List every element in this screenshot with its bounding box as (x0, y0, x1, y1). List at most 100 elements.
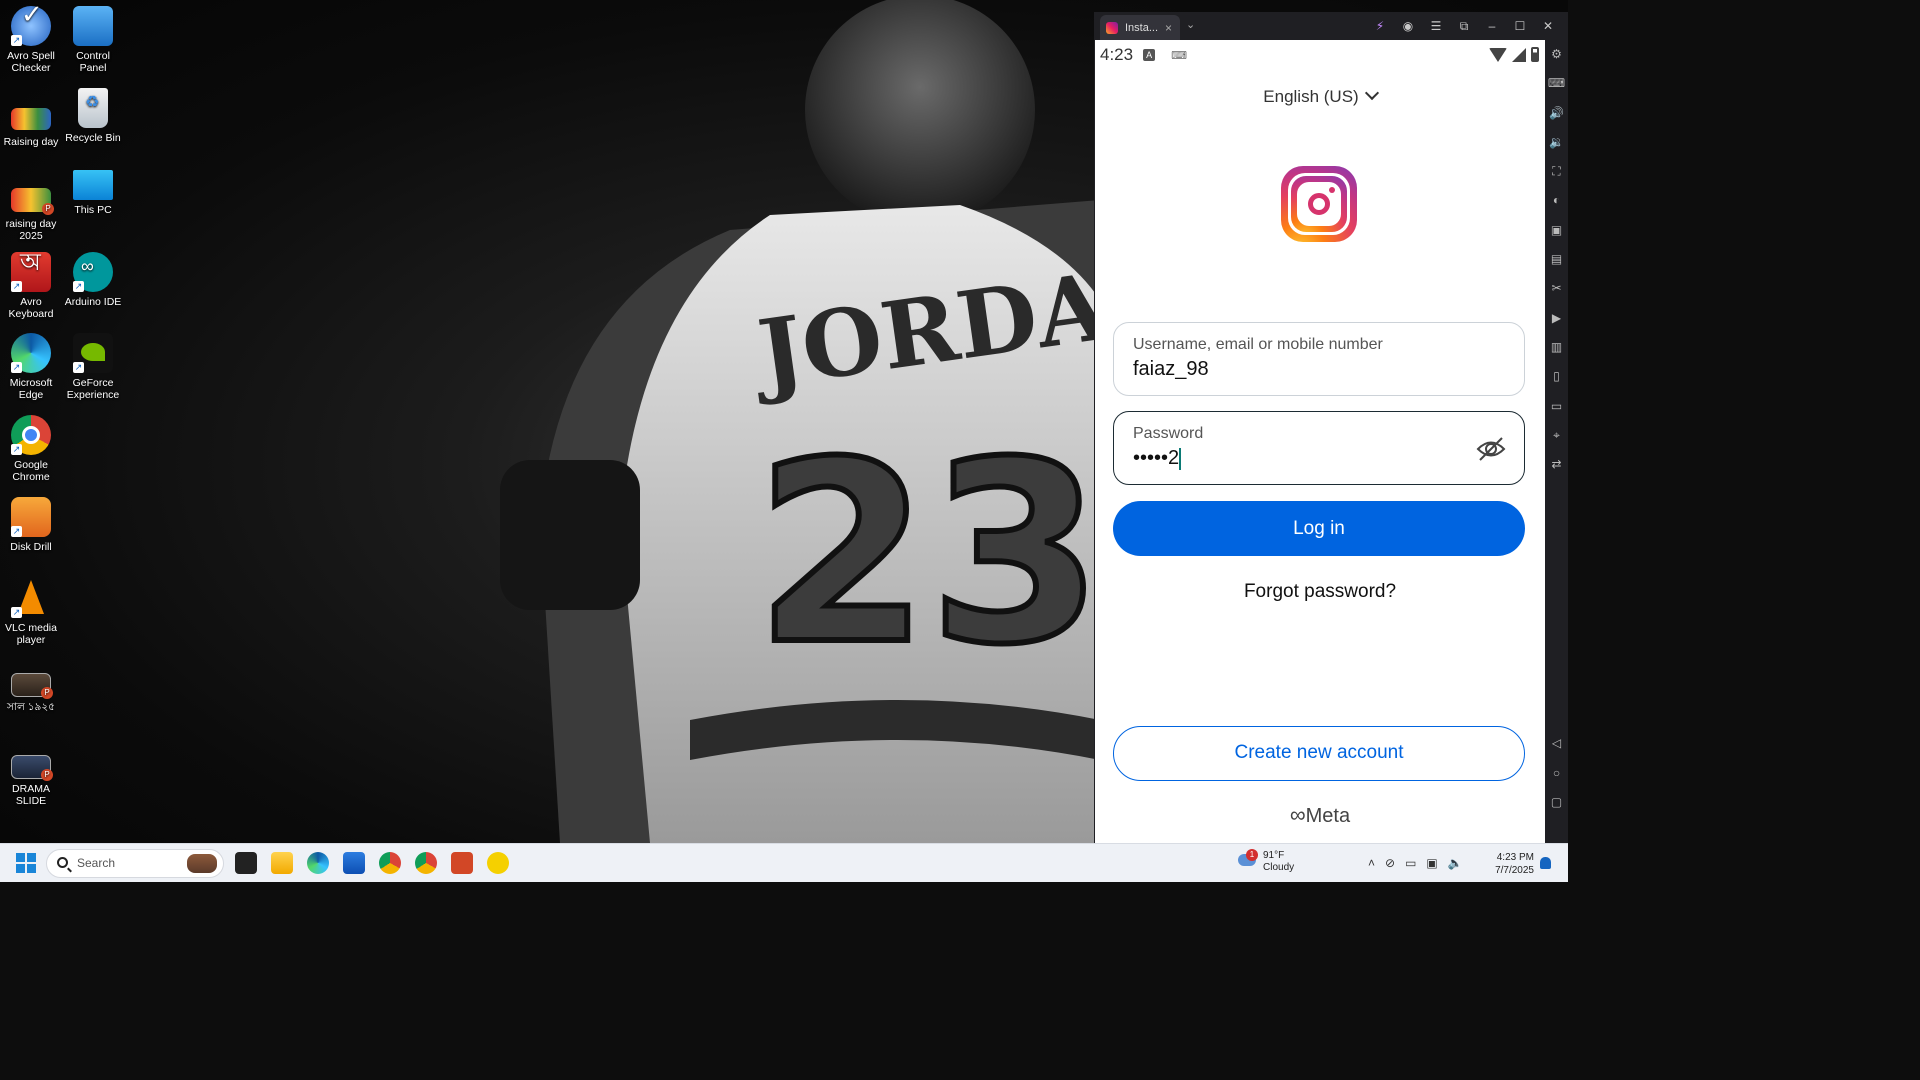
clock-date: 7/7/2025 (1495, 865, 1534, 876)
desktop-icon-avro-spell-checker[interactable]: ✓ ↗ Avro Spell Checker (0, 1, 62, 74)
chrome-profile-taskbar-icon[interactable] (415, 852, 437, 874)
chrome-taskbar-icon[interactable] (379, 852, 401, 874)
password-field[interactable]: Password •••••2 (1113, 411, 1525, 485)
task-view-icon[interactable] (235, 852, 257, 874)
desktop-icon-vlc-media-player[interactable]: ↗ VLC media player (0, 578, 62, 646)
keyboard-icon[interactable]: ⌨ (1545, 69, 1568, 98)
system-tray: ˄ ⊘ ▭ ▣ 🔈 (1368, 856, 1463, 870)
sidebar-spacer (1545, 479, 1568, 729)
desktop-icon-raising-day-2025[interactable]: P raising day 2025 (0, 182, 62, 242)
password-value[interactable]: •••••2 (1133, 447, 1179, 469)
settings-icon[interactable]: ⚙ (1545, 40, 1568, 69)
desktop-icon-geforce-experience[interactable]: ↗ GeForce Experience (62, 333, 124, 401)
desktop-icon-arduino-ide[interactable]: ∞ ↗ Arduino IDE (62, 252, 124, 308)
desktop-icon-sal-1925[interactable]: P সাল ১৯২৫ (0, 673, 62, 713)
record-icon[interactable]: ▶ (1545, 304, 1568, 333)
fullscreen-icon[interactable]: ⛶ (1545, 157, 1568, 186)
shake-icon[interactable]: ▯ (1545, 362, 1568, 391)
back-icon[interactable]: ◁ (1545, 729, 1568, 758)
volume-icon[interactable]: 🔈 (1448, 856, 1463, 870)
username-field[interactable]: Username, email or mobile number faiaz_9… (1113, 322, 1525, 396)
avro-keyboard-icon: অ ↗ (11, 250, 51, 292)
notification-bell-icon[interactable] (1540, 857, 1551, 869)
desktop-icon-avro-keyboard[interactable]: অ ↗ Avro Keyboard (0, 250, 62, 320)
microsoft-store-icon[interactable] (343, 852, 365, 874)
avro-spell-icon: ✓ ↗ (11, 1, 51, 46)
scissors-icon[interactable]: ✂ (1545, 274, 1568, 303)
volume-down-icon[interactable]: 🔉 (1545, 128, 1568, 157)
forgot-password-link[interactable]: Forgot password? (1095, 581, 1545, 603)
username-value[interactable]: faiaz_98 (1133, 358, 1505, 381)
vlc-icon: ↗ (11, 578, 51, 618)
close-icon[interactable]: ✕ (1534, 16, 1562, 36)
taskbar: Search 1 91°F Cloudy ˄ ⊘ ▭ ▣ 🔈 4:23 PM 7… (0, 843, 1568, 882)
meta-infinity-icon: ∞ (1289, 802, 1306, 827)
status-time: 4:23 (1100, 45, 1134, 64)
window-controls: ⚡ ◉ ☰ ⧉ – ☐ ✕ (1366, 16, 1562, 36)
taskbar-search[interactable]: Search (46, 849, 224, 878)
language-selector[interactable]: English (US) (1095, 85, 1545, 107)
desktop-icon-label: This PC (74, 204, 112, 216)
desktop-icon-label: Google Chrome (12, 459, 50, 483)
desktop-icon-label: DRAMA SLIDE (12, 783, 50, 807)
desktop-icon-google-chrome[interactable]: ↗ Google Chrome (0, 415, 62, 483)
tab-close-icon[interactable]: × (1165, 21, 1172, 35)
nvidia-icon: ↗ (73, 333, 113, 373)
desktop-icon-control-panel[interactable]: Control Panel (62, 6, 124, 74)
network-off-icon[interactable]: ⊘ (1385, 856, 1395, 870)
weather-widget[interactable]: 1 91°F Cloudy (1238, 849, 1294, 874)
desktop-icon-this-pc[interactable]: This PC (62, 170, 124, 216)
search-placeholder: Search (77, 856, 116, 870)
powerpoint-file-icon: P (11, 755, 53, 781)
taskbar-clock[interactable]: 4:23 PM 7/7/2025 (1488, 851, 1534, 877)
battery-icon (1531, 47, 1539, 62)
create-account-button[interactable]: Create new account (1113, 726, 1525, 781)
multi-instance-icon[interactable]: ▥ (1545, 333, 1568, 362)
file-explorer-icon[interactable] (271, 852, 293, 874)
location-icon[interactable]: ⌖ (1545, 421, 1568, 450)
folder-icon[interactable]: ▭ (1545, 392, 1568, 421)
tab-dropdown-icon[interactable]: ⌄ (1186, 18, 1195, 31)
recents-icon[interactable]: ▢ (1545, 788, 1568, 817)
menu-icon[interactable]: ☰ (1422, 16, 1450, 36)
wifi-icon (1489, 47, 1507, 62)
desktop-icon-label: Disk Drill (10, 541, 52, 553)
powerpoint-taskbar-icon[interactable] (451, 852, 473, 874)
windows-start-icon[interactable] (16, 853, 36, 873)
macro-icon[interactable]: ◐ (1545, 186, 1568, 215)
sync-icon[interactable]: ⇄ (1545, 450, 1568, 479)
shortcut-arrow-icon: ↗ (11, 607, 22, 618)
desktop-icon-microsoft-edge[interactable]: ↗ Microsoft Edge (0, 333, 62, 401)
minimize-icon[interactable]: – (1478, 16, 1506, 36)
apk-icon[interactable]: ▤ (1545, 245, 1568, 274)
performance-icon[interactable]: ⚡ (1366, 16, 1394, 36)
chevron-up-icon[interactable]: ˄ (1368, 856, 1375, 870)
login-button[interactable]: Log in (1113, 501, 1525, 556)
android-status-bar: 4:23 A ⌨ (1095, 40, 1545, 70)
shortcut-arrow-icon: ↗ (11, 281, 22, 292)
emulator-sidebar: ⚙ ⌨ 🔊 🔉 ⛶ ◐ ▣ ▤ ✂ ▶ ▥ ▯ ▭ ⌖ ⇄ ◁ ○ ▢ (1545, 40, 1568, 843)
maximize-icon[interactable]: ☐ (1506, 16, 1534, 36)
chrome-icon: ↗ (11, 415, 51, 455)
desktop-icon-raising-day[interactable]: Raising day (0, 100, 62, 148)
desktop-icon-recycle-bin[interactable]: ♻ Recycle Bin (62, 88, 124, 144)
screenshot-icon[interactable]: ▣ (1545, 216, 1568, 245)
desktop-icon-disk-drill[interactable]: ↗ Disk Drill (0, 497, 62, 553)
weather-badge: 1 (1246, 849, 1258, 861)
home-icon[interactable]: ○ (1545, 759, 1568, 788)
emulator-tab-instagram[interactable]: Insta... × (1100, 15, 1180, 40)
volume-up-icon[interactable]: 🔊 (1545, 99, 1568, 128)
edge-taskbar-icon[interactable] (307, 852, 329, 874)
restore-icon[interactable]: ⧉ (1450, 16, 1478, 36)
emulator-taskbar-icon[interactable] (487, 852, 509, 874)
desktop-icon-label: Microsoft Edge (9, 377, 53, 401)
account-icon[interactable]: ◉ (1394, 16, 1422, 36)
signal-icon (1512, 47, 1526, 62)
wallpaper-athlete-image: JORDAN 23 (500, 0, 1100, 843)
desktop-icon-drama-slide[interactable]: P DRAMA SLIDE (0, 755, 62, 807)
eye-off-icon[interactable] (1476, 436, 1506, 462)
recycle-bin-icon: ♻ (78, 88, 108, 128)
shortcut-arrow-icon: ↗ (11, 526, 22, 537)
display-icon[interactable]: ▣ (1426, 856, 1437, 870)
keyboard-tray-icon[interactable]: ▭ (1405, 856, 1416, 870)
